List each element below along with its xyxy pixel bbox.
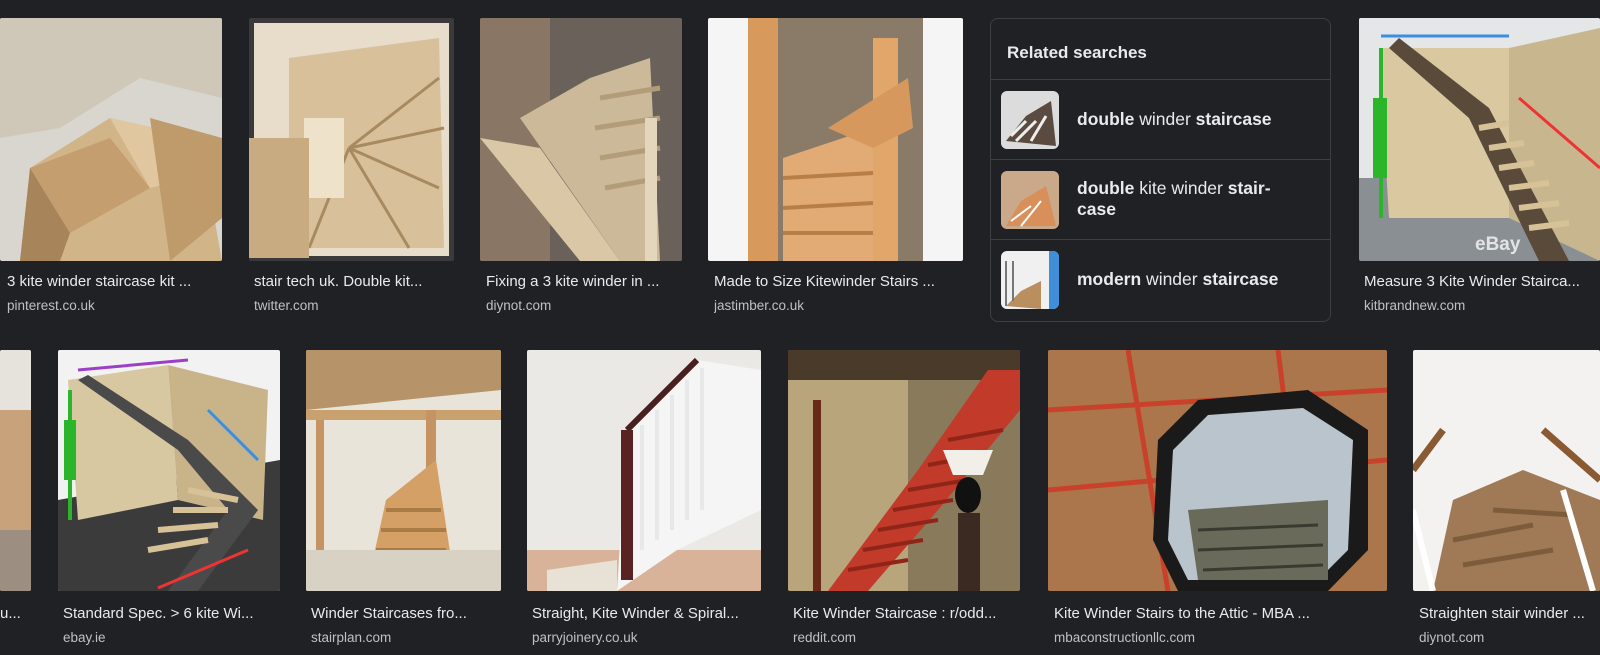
result-thumbnail[interactable] xyxy=(708,18,963,261)
result-thumbnail[interactable] xyxy=(0,18,222,261)
result-title[interactable]: Winder Staircases fro... xyxy=(311,605,496,622)
related-search-item[interactable]: modern winder staircase xyxy=(991,239,1330,322)
result-source: parryjoinery.co.uk xyxy=(532,630,638,645)
result-title[interactable]: Straighten stair winder ... xyxy=(1419,605,1600,622)
result-source: mbaconstructionllc.com xyxy=(1054,630,1196,645)
result-source: jastimber.co.uk xyxy=(714,298,805,313)
result-title[interactable]: 3 kite winder staircase kit ... xyxy=(7,273,217,290)
result-source: twitter.com xyxy=(254,298,319,313)
related-search-thumbnail[interactable] xyxy=(1001,171,1059,229)
result-source: reddit.com xyxy=(793,630,857,645)
related-search-thumbnail[interactable] xyxy=(1001,251,1059,309)
related-search-label[interactable]: double winder staircase xyxy=(1077,109,1310,130)
result-thumbnail[interactable] xyxy=(306,350,501,591)
result-thumbnail[interactable] xyxy=(527,350,761,591)
result-title[interactable]: Kite Winder Stairs to the Attic - MBA ..… xyxy=(1054,605,1384,622)
ebay-watermark: eBay xyxy=(1475,234,1521,255)
result-thumbnail[interactable] xyxy=(1048,350,1387,591)
result-title[interactable]: u... xyxy=(0,605,31,622)
result-title[interactable]: Made to Size Kitewinder Stairs ... xyxy=(714,273,959,290)
result-thumbnail[interactable] xyxy=(58,350,280,591)
related-searches-heading: Related searches xyxy=(1007,43,1147,62)
result-thumbnail[interactable] xyxy=(1413,350,1600,591)
result-title[interactable]: Standard Spec. > 6 kite Wi... xyxy=(63,605,275,622)
related-search-thumbnail[interactable] xyxy=(1001,91,1059,149)
result-title[interactable]: Measure 3 Kite Winder Stairca... xyxy=(1364,273,1600,290)
result-thumbnail[interactable]: eBay xyxy=(1359,18,1600,261)
related-search-label[interactable]: modern winder staircase xyxy=(1077,269,1310,290)
result-title[interactable]: Fixing a 3 kite winder in ... xyxy=(486,273,681,290)
result-source: kitbrandnew.com xyxy=(1364,298,1466,313)
related-search-item[interactable]: double kite winder stair-case xyxy=(991,159,1330,240)
result-title[interactable]: Kite Winder Staircase : r/odd... xyxy=(793,605,1015,622)
result-source: diynot.com xyxy=(1419,630,1485,645)
related-search-label[interactable]: double kite winder stair-case xyxy=(1077,178,1310,220)
result-title[interactable]: Straight, Kite Winder & Spiral... xyxy=(532,605,756,622)
result-source: diynot.com xyxy=(486,298,552,313)
result-thumbnail[interactable] xyxy=(788,350,1020,591)
result-source: stairplan.com xyxy=(311,630,392,645)
result-thumbnail[interactable] xyxy=(0,350,31,591)
result-source: ebay.ie xyxy=(63,630,106,645)
related-search-item[interactable]: double winder staircase xyxy=(991,79,1330,160)
result-thumbnail[interactable] xyxy=(249,18,454,261)
related-searches-panel: Related searches double winder staircase… xyxy=(990,18,1331,322)
result-thumbnail[interactable] xyxy=(480,18,682,261)
result-title[interactable]: stair tech uk. Double kit... xyxy=(254,273,449,290)
result-source: pinterest.co.uk xyxy=(7,298,95,313)
